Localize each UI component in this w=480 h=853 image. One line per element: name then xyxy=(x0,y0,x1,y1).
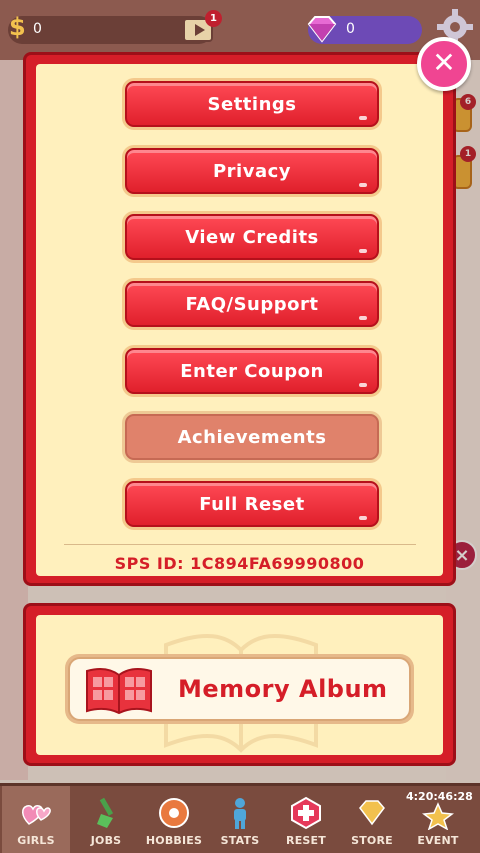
settings-modal-body: Settings Privacy View Credits FAQ/Suppor… xyxy=(36,64,443,576)
view-credits-button-face: View Credits xyxy=(125,214,379,260)
gem-icon xyxy=(307,16,337,43)
nav-label-store: STORE xyxy=(351,834,393,847)
full-reset-button[interactable]: Full Reset xyxy=(122,478,382,530)
shovel-icon xyxy=(97,797,114,828)
enter-coupon-button-label: Enter Coupon xyxy=(180,361,324,382)
faq-support-button-label: FAQ/Support xyxy=(185,294,319,315)
full-reset-button-label: Full Reset xyxy=(199,494,305,515)
memory-album-label: Memory Album xyxy=(178,675,388,703)
view-credits-button[interactable]: View Credits xyxy=(122,211,382,263)
view-credits-button-label: View Credits xyxy=(185,227,319,248)
nav-store[interactable]: STORE xyxy=(338,786,406,853)
nav-label-hobbies: HOBBIES xyxy=(145,834,203,847)
enter-coupon-button-face: Enter Coupon xyxy=(125,348,379,394)
ball-icon xyxy=(159,798,189,828)
nav-jobs[interactable]: JOBS xyxy=(72,786,140,853)
nav-label-stats: STATS xyxy=(220,834,260,847)
nav-hobbies[interactable]: HOBBIES xyxy=(140,786,208,853)
achievements-button-face: Achievements xyxy=(125,414,379,460)
video-badge: 1 xyxy=(205,10,222,27)
privacy-button[interactable]: Privacy xyxy=(122,145,382,197)
close-icon: ✕ xyxy=(432,46,456,79)
game-screen: $ 0 1 0 6 1 × GIRLS JOBS HOBBIES STATS R… xyxy=(0,0,480,853)
gem-store-icon xyxy=(359,800,385,826)
settings-modal: Settings Privacy View Credits FAQ/Suppor… xyxy=(23,52,456,586)
nav-label-jobs: JOBS xyxy=(90,834,122,847)
settings-button-label: Settings xyxy=(207,94,297,115)
nav-label-girls: GIRLS xyxy=(17,834,55,847)
privacy-button-face: Privacy xyxy=(125,148,379,194)
top-bar: $ 0 1 0 xyxy=(0,0,480,60)
full-reset-button-face: Full Reset xyxy=(125,481,379,527)
reset-icon xyxy=(291,796,321,830)
nav-label-event: EVENT xyxy=(417,834,459,847)
settings-button[interactable]: Settings xyxy=(122,78,382,130)
nav-girls[interactable]: GIRLS xyxy=(2,786,70,853)
nav-stats[interactable]: STATS xyxy=(206,786,274,853)
nav-reset[interactable]: RESET xyxy=(272,786,340,853)
faq-support-button-face: FAQ/Support xyxy=(125,281,379,327)
settings-button-face: Settings xyxy=(125,81,379,127)
nav-label-reset: RESET xyxy=(286,834,326,847)
close-modal-button[interactable]: ✕ xyxy=(417,37,471,91)
memory-album-button-face: Memory Album xyxy=(68,657,411,721)
gems-value: 0 xyxy=(346,21,355,37)
enter-coupon-button[interactable]: Enter Coupon xyxy=(122,345,382,397)
sps-id-text: SPS ID: 1C894FA69990800 xyxy=(114,554,365,573)
hearts-icon xyxy=(22,805,51,825)
dollar-icon: $ xyxy=(9,13,26,41)
privacy-button-label: Privacy xyxy=(212,161,292,182)
modal-divider xyxy=(64,544,416,545)
memory-album-button[interactable]: Memory Album xyxy=(65,654,414,724)
person-icon xyxy=(234,798,246,829)
book-icon xyxy=(86,667,152,715)
achievements-button-label: Achievements xyxy=(177,427,327,448)
achievements-button[interactable]: Achievements xyxy=(122,411,382,463)
money-value: 0 xyxy=(33,21,42,37)
faq-support-button[interactable]: FAQ/Support xyxy=(122,278,382,330)
event-timer: 4:20:46:28 xyxy=(406,790,473,803)
